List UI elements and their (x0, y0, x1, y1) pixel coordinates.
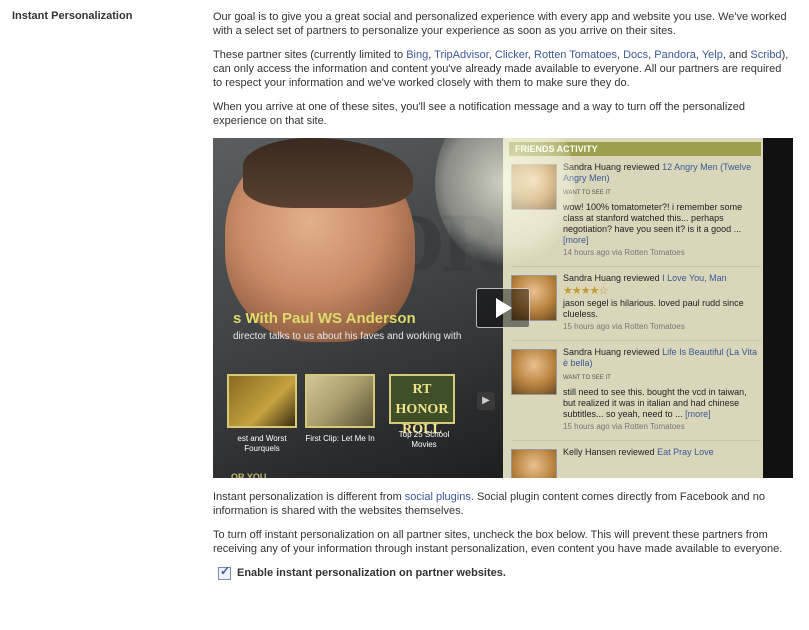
video-edge (763, 138, 793, 478)
feed-meta: 15 hours ago via Rotten Tomatoes (563, 322, 685, 331)
feed-item: Kelly Hansen reviewed Eat Pray Love (511, 447, 761, 478)
video-hair-image (243, 138, 413, 208)
video-bottom-label: OR YOU (231, 472, 267, 478)
intro-paragraph: Our goal is to give you a great social a… (213, 11, 787, 37)
enable-personalization-checkbox[interactable]: ✓ (218, 563, 231, 580)
section-title: Instant Personalization (12, 10, 133, 22)
thumb-1: est and Worst Fourquels (227, 374, 297, 454)
feed-action: reviewed (623, 162, 660, 172)
thumb-3: RT HONOR ROLL Top 25 School Movies (389, 374, 459, 450)
link-docs[interactable]: Docs (623, 49, 648, 61)
settings-content: Our goal is to give you a great social a… (213, 10, 793, 580)
link-bing[interactable]: Bing (406, 49, 428, 61)
link-clicker[interactable]: Clicker (495, 49, 528, 61)
thumb-1-image (227, 374, 297, 428)
feed-more-link: [more] (563, 235, 589, 245)
partners-and: and (728, 49, 748, 61)
video-headline: s With Paul WS Anderson (233, 310, 416, 327)
partners-paragraph: These partner sites (currently limited t… (213, 49, 789, 89)
feed-more-link: [more] (685, 409, 711, 419)
want-to-see-badge: WANT TO SEE IT (563, 375, 611, 381)
feed-user: Kelly Hansen (563, 447, 617, 457)
feed-comment: still need to see this. bought the vcd i… (563, 387, 747, 419)
thumb-2-image (305, 374, 375, 428)
demo-video[interactable]: DR s With Paul WS Anderson director talk… (213, 138, 793, 478)
thumb-2: First Clip: Let Me In (305, 374, 375, 444)
social-paragraph: Instant personalization is different fro… (213, 490, 793, 518)
thumb-3-image: RT HONOR ROLL (389, 374, 455, 437)
feed-item: Sandra Huang reviewed I Love You, Man ★★… (511, 273, 761, 341)
link-rotten-tomatoes[interactable]: Rotten Tomatoes (534, 49, 617, 61)
feed-user: Sandra Huang (563, 347, 622, 357)
link-pandora[interactable]: Pandora (654, 49, 696, 61)
feed-meta: 15 hours ago via Rotten Tomatoes (563, 422, 685, 431)
link-scribd[interactable]: Scribd (750, 49, 781, 61)
link-yelp[interactable]: Yelp (702, 49, 723, 61)
social-prefix: Instant personalization is different fro… (213, 491, 405, 503)
avatar (511, 449, 557, 478)
rating-stars: ★★★★☆ (563, 285, 608, 297)
enable-personalization-row: ✓ Enable instant personalization on part… (213, 563, 793, 580)
thumb-3-caption: Top 25 School Movies (398, 430, 450, 449)
feed-title-link: Eat Pray Love (657, 447, 714, 457)
feed-action: reviewed (623, 347, 660, 357)
want-to-see-badge: WANT TO SEE IT (563, 190, 611, 196)
feed-action: reviewed (623, 273, 660, 283)
arrive-paragraph: When you arrive at one of these sites, y… (213, 101, 746, 127)
link-tripadvisor[interactable]: TripAdvisor (434, 49, 489, 61)
play-button[interactable] (476, 288, 530, 328)
feed-comment: jason segel is hilarious. loved paul rud… (563, 298, 744, 319)
thumb-1-caption: est and Worst Fourquels (237, 434, 287, 453)
thumb-2-caption: First Clip: Let Me In (305, 434, 375, 443)
video-subline: director talks to us about his faves and… (233, 331, 462, 342)
thumb-next-icon: ▶ (477, 392, 495, 410)
feed-action: reviewed (618, 447, 655, 457)
social-plugins-link[interactable]: social plugins (405, 491, 471, 503)
feed-comment: wow! 100% tomatometer?! i remember some … (563, 202, 743, 234)
video-thumbnails: est and Worst Fourquels First Clip: Let … (227, 374, 503, 464)
partners-prefix: These partner sites (currently limited t… (213, 49, 407, 61)
feed-meta: 14 hours ago via Rotten Tomatoes (563, 248, 685, 257)
checkmark-icon: ✓ (220, 563, 231, 578)
feed-user: Sandra Huang (563, 273, 622, 283)
feed-title-link: I Love You, Man (662, 273, 727, 283)
feed-item: Sandra Huang reviewed Life Is Beautiful … (511, 347, 761, 441)
turnoff-paragraph: To turn off instant personalization on a… (213, 529, 783, 555)
enable-personalization-label[interactable]: Enable instant personalization on partne… (237, 566, 506, 580)
avatar (511, 349, 557, 395)
